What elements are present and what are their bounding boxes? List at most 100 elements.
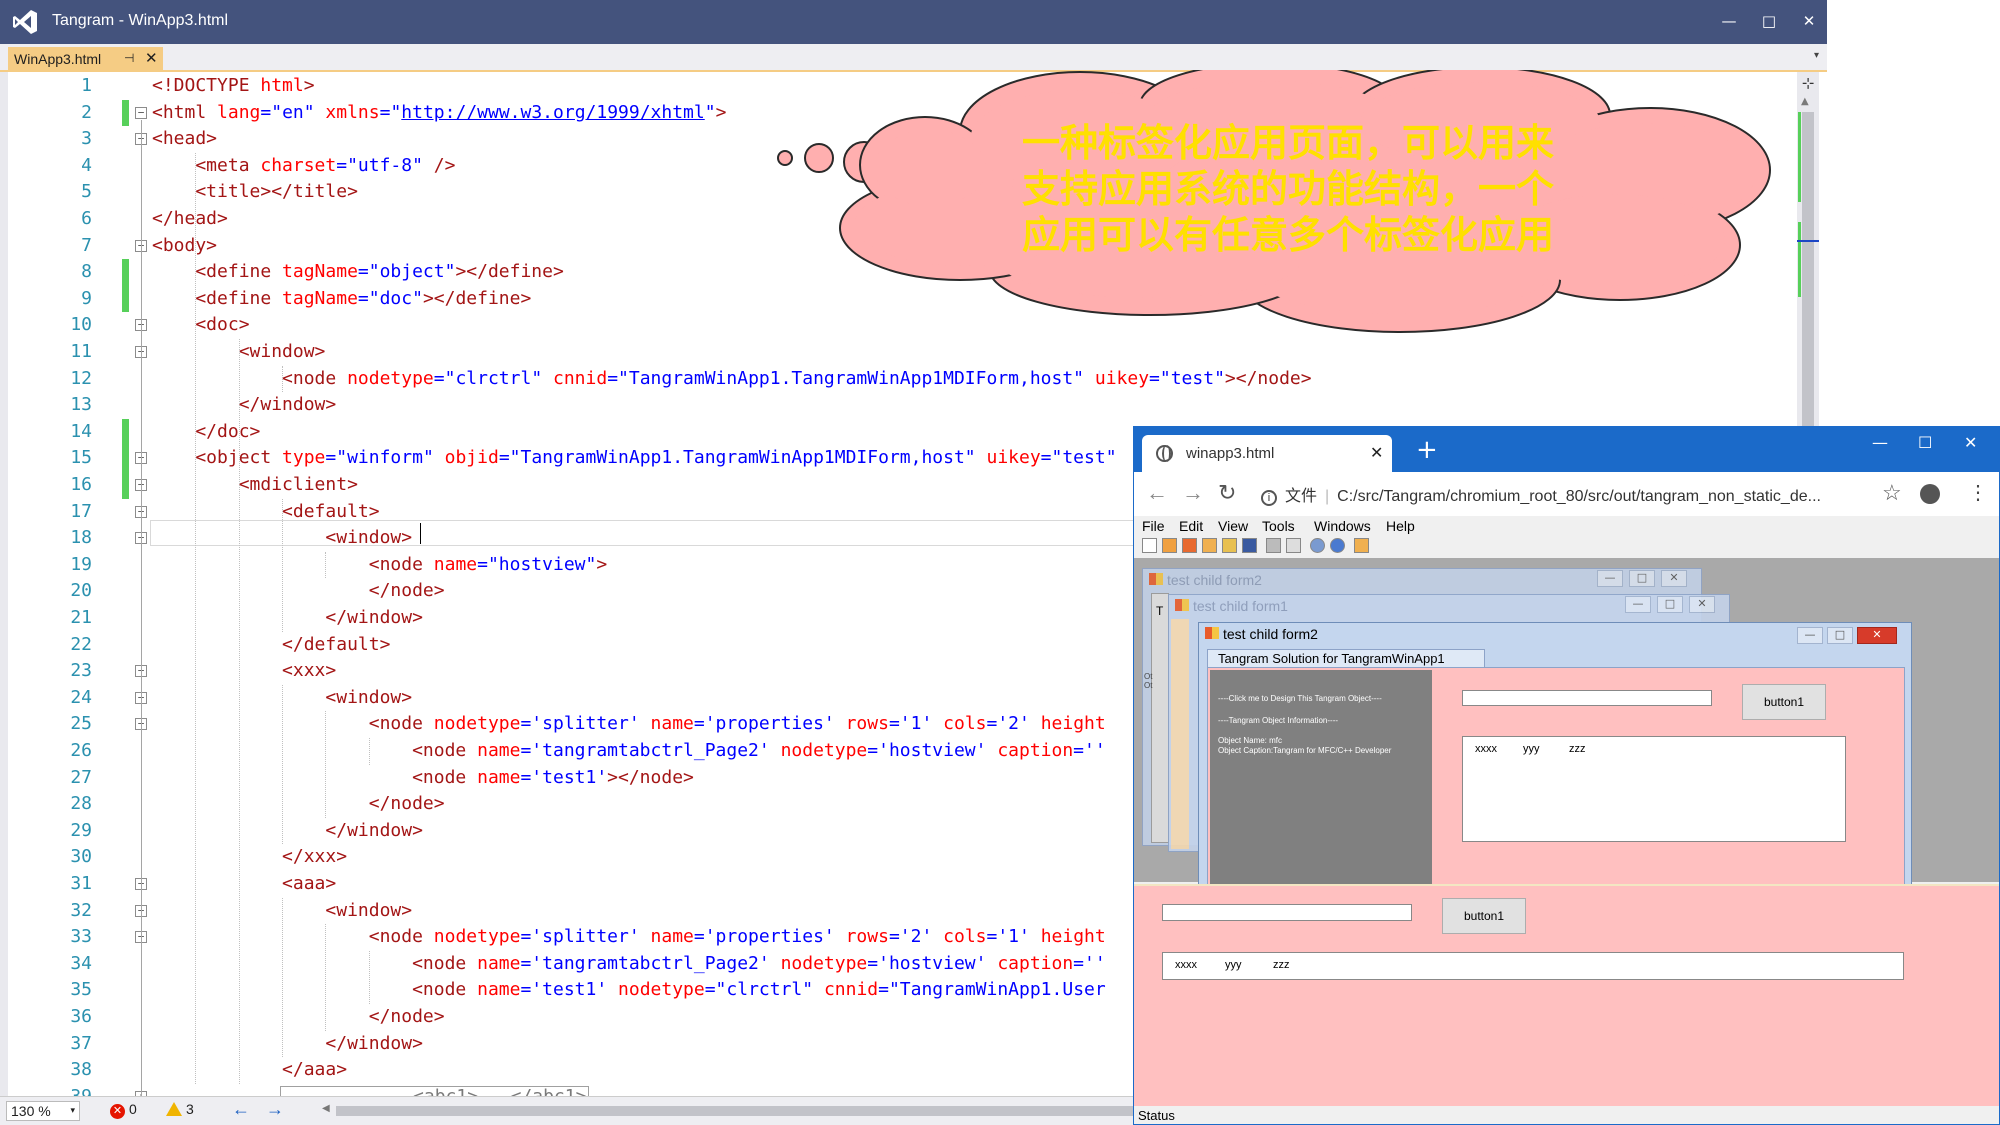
close-button[interactable]: ✕ <box>1792 6 1826 36</box>
code-line[interactable]: <aaa> <box>152 871 336 898</box>
code-line[interactable]: </window> <box>152 605 423 632</box>
warning-count[interactable]: 3 <box>166 1101 194 1117</box>
line-number: 5 <box>81 181 92 203</box>
code-line[interactable]: </doc> <box>152 419 260 446</box>
menu-windows[interactable]: Windows <box>1314 518 1371 534</box>
code-line[interactable]: <title></title> <box>152 179 358 206</box>
code-line[interactable]: <node name='test1' nodetype="clrctrl" cn… <box>152 977 1106 1004</box>
tab-dropdown-icon[interactable]: ▾ <box>1814 50 1819 61</box>
form-minimize-button[interactable]: — <box>1625 596 1651 613</box>
collapse-icon[interactable]: − <box>135 106 147 119</box>
list-view[interactable]: xxxx yyy zzz <box>1162 952 1904 980</box>
code-line[interactable]: <define tagName="doc"></define> <box>152 286 531 313</box>
code-line[interactable]: <head> <box>152 126 217 153</box>
menu-tools[interactable]: Tools <box>1262 518 1295 534</box>
code-line[interactable]: <node name="hostview"> <box>152 552 607 579</box>
code-line[interactable]: <node name='test1'></node> <box>152 765 694 792</box>
button1[interactable]: button1 <box>1442 898 1526 934</box>
error-count[interactable]: ✕ 0 <box>110 1101 137 1119</box>
form-minimize-button[interactable]: — <box>1597 570 1623 587</box>
tab-close-icon[interactable]: ✕ <box>1370 443 1383 463</box>
horizontal-scroll-thumb[interactable] <box>336 1106 1136 1116</box>
text-input[interactable] <box>1162 904 1412 921</box>
form-close-button[interactable]: ✕ <box>1661 570 1687 587</box>
form-maximize-button[interactable]: □ <box>1629 570 1655 587</box>
code-line[interactable]: <node name='tangramtabctrl_Page2' nodety… <box>152 738 1106 765</box>
list-view[interactable]: xxxx yyy zzz <box>1462 736 1846 842</box>
minimize-button[interactable]: — <box>1872 433 1888 452</box>
form-minimize-button[interactable]: — <box>1797 627 1823 644</box>
code-line[interactable]: </default> <box>152 632 390 659</box>
tool-icon[interactable] <box>1354 538 1369 553</box>
navigate-forward-icon[interactable]: → <box>266 1099 284 1120</box>
browser-tab[interactable]: winapp3.html ✕ <box>1142 435 1392 472</box>
maximize-button[interactable]: □ <box>1752 6 1786 36</box>
scroll-up-icon[interactable]: ▲ <box>1801 96 1809 107</box>
code-token: </xxx> <box>152 846 348 868</box>
tangram-solution-tab[interactable]: Tangram Solution for TangramWinApp1 <box>1207 649 1485 667</box>
code-line[interactable]: <node name='tangramtabctrl_Page2' nodety… <box>152 951 1106 978</box>
split-window-icon[interactable]: ⊹ <box>1800 74 1816 92</box>
button1[interactable]: button1 <box>1742 684 1826 720</box>
code-line[interactable]: </aaa> <box>152 1057 347 1084</box>
profile-avatar-icon[interactable] <box>1920 484 1940 504</box>
help-icon[interactable] <box>1330 538 1345 553</box>
navigate-back-icon[interactable]: ← <box>232 1099 250 1120</box>
tool-icon[interactable] <box>1202 538 1217 553</box>
globe-icon[interactable] <box>1310 538 1325 553</box>
bookmark-star-icon[interactable]: ☆ <box>1882 480 1902 506</box>
code-line[interactable]: <html lang="en" xmlns="http://www.w3.org… <box>152 100 726 127</box>
zoom-select[interactable]: 130 % ▾ <box>6 1101 80 1121</box>
minimize-button[interactable]: — <box>1712 6 1746 36</box>
info-icon[interactable]: i <box>1261 490 1277 506</box>
code-line[interactable]: </window> <box>152 1031 423 1058</box>
print-preview-icon[interactable] <box>1286 538 1301 553</box>
reload-icon[interactable]: ↻ <box>1218 480 1236 506</box>
code-line[interactable]: <!DOCTYPE html> <box>152 73 315 100</box>
tangram-design-panel[interactable]: ----Click me to Design This Tangram Obje… <box>1210 670 1432 886</box>
close-button[interactable]: ✕ <box>1964 433 1977 452</box>
tool-icon[interactable] <box>1182 538 1197 553</box>
code-line[interactable]: <define tagName="object"></define> <box>152 259 563 286</box>
pin-icon[interactable]: ⊣ <box>124 51 134 65</box>
print-icon[interactable] <box>1266 538 1281 553</box>
tab-close-icon[interactable]: ✕ <box>145 49 158 67</box>
code-line[interactable]: <mdiclient> <box>152 472 358 499</box>
save-icon[interactable] <box>1242 538 1257 553</box>
code-line[interactable]: </head> <box>152 206 228 233</box>
back-icon[interactable]: ← <box>1146 480 1168 506</box>
menu-file[interactable]: File <box>1142 518 1165 534</box>
design-link[interactable]: ----Click me to Design This Tangram Obje… <box>1218 694 1382 703</box>
code-line[interactable]: <object type="winform" objid="TangramWin… <box>152 445 1116 472</box>
code-line[interactable]: </window> <box>152 392 337 419</box>
form-close-button[interactable]: ✕ <box>1857 627 1897 644</box>
new-tab-button[interactable]: + <box>1416 435 1438 465</box>
line-number: 14 <box>70 420 92 442</box>
address-input[interactable]: i 文件 | C:/src/Tangram/chromium_root_80/src/… <box>1261 482 1821 506</box>
code-line[interactable]: <xxx> <box>152 658 336 685</box>
menu-help[interactable]: Help <box>1386 518 1415 534</box>
browser-menu-icon[interactable]: ⋮ <box>1968 480 1988 505</box>
code-line[interactable]: <node nodetype='splitter' name='properti… <box>152 924 1106 951</box>
code-line[interactable]: </xxx> <box>152 844 347 871</box>
new-file-icon[interactable] <box>1142 538 1157 553</box>
code-line[interactable]: <body> <box>152 233 217 260</box>
tool-icon[interactable] <box>1162 538 1177 553</box>
code-line[interactable]: </window> <box>152 818 423 845</box>
form-maximize-button[interactable]: □ <box>1657 596 1683 613</box>
code-line[interactable]: <doc> <box>152 312 249 339</box>
code-token: ='1' <box>986 926 1041 948</box>
menu-edit[interactable]: Edit <box>1179 518 1203 534</box>
menu-view[interactable]: View <box>1218 518 1248 534</box>
code-line[interactable]: <node nodetype='splitter' name='properti… <box>152 711 1106 738</box>
text-input[interactable] <box>1462 690 1712 706</box>
code-line[interactable]: <meta charset="utf-8" /> <box>152 153 455 180</box>
form-maximize-button[interactable]: □ <box>1827 627 1853 644</box>
tab-winapp3-html[interactable]: WinApp3.html ⊣ ✕ <box>8 47 163 72</box>
active-child-form[interactable]: test child form2 — □ ✕ Tangram Solution … <box>1198 622 1912 896</box>
open-folder-icon[interactable] <box>1222 538 1237 553</box>
forward-icon[interactable]: → <box>1182 480 1204 506</box>
maximize-button[interactable]: ☐ <box>1918 433 1932 452</box>
form-close-button[interactable]: ✕ <box>1689 596 1715 613</box>
scroll-left-icon[interactable]: ◀ <box>322 1103 330 1114</box>
